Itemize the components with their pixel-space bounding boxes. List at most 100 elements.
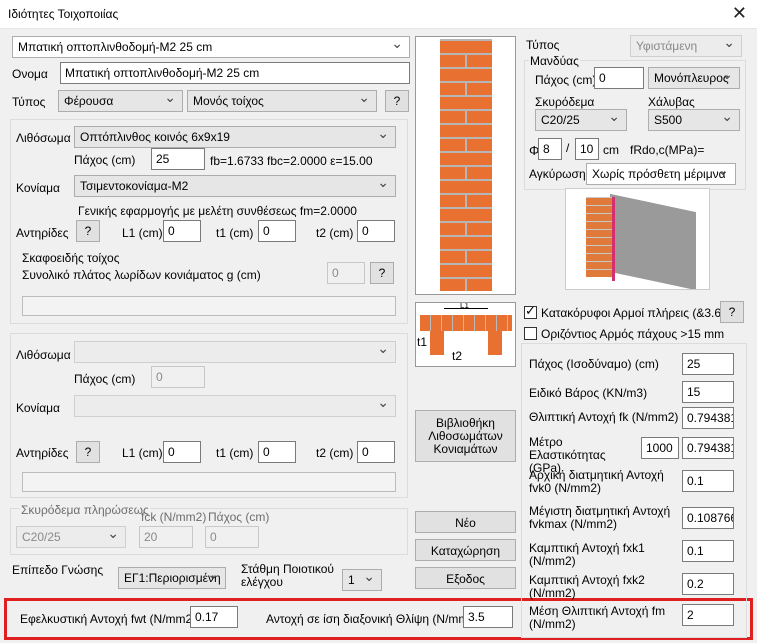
fwt-label: Εφελκυστική Αντοχή fwt (N/mm2) <box>20 612 197 626</box>
quality-select[interactable]: 1 <box>342 569 382 591</box>
exit-button[interactable]: Εξοδος <box>415 567 516 589</box>
save-button[interactable]: Καταχώρηση <box>415 539 516 561</box>
brick-joints <box>465 39 467 291</box>
horizontal-joint-checkbox[interactable] <box>524 327 537 340</box>
prop-label: Μέγιστη διατμητική Αντοχή fvkmax (N/mm2) <box>529 504 671 531</box>
diagram-pier-right <box>488 331 502 355</box>
jacket-concrete-select[interactable]: C20/25 <box>535 109 627 131</box>
layer1-buttress-help-button[interactable]: ? <box>76 220 100 242</box>
jacket-concrete-face <box>610 193 696 289</box>
layer1-t2-input[interactable]: 0 <box>357 220 395 242</box>
phi-slash: / <box>566 141 570 155</box>
layer2-thickness-label: Πάχος (cm) <box>74 372 136 386</box>
vertical-joints-checkbox[interactable] <box>524 303 537 319</box>
fill-thick-input[interactable]: 0 <box>205 526 259 548</box>
close-icon[interactable]: ✕ <box>732 3 747 23</box>
layer1-buttress-label: Αντηρίδες <box>16 226 69 240</box>
diagram-wall <box>420 315 512 331</box>
jacket-sides-select[interactable]: Μονόπλευρος <box>648 67 740 89</box>
jacket-thickness-input[interactable]: 0 <box>594 67 644 89</box>
joints-help-button[interactable]: ? <box>720 301 744 323</box>
fill-concrete-label: Σκυρόδεμα πληρώσεως <box>20 503 150 517</box>
layer2-thickness-input[interactable]: 0 <box>151 366 205 388</box>
prop-value-input[interactable]: 0.2 <box>682 573 734 595</box>
knowledge-label: Επίπεδο Γνώσης <box>12 563 104 577</box>
diag-input[interactable]: 3.5 <box>463 606 513 628</box>
layer1-fb-text: fb=1.6733 fbc=2.0000 ε=15.00 <box>210 154 373 168</box>
layer2-buttress-help-button[interactable]: ? <box>76 441 100 463</box>
diagram-pier-left <box>430 331 444 355</box>
layer1-mortar-select[interactable]: Τσιμεντοκονίαμα-M2 <box>74 175 396 197</box>
prop-value-input[interactable]: 2 <box>682 604 734 626</box>
layer2-t2-label: t2 (cm) <box>316 446 354 460</box>
title-bar: Ιδιότητες Τοιχοποιίας ✕ <box>0 0 757 29</box>
window-title: Ιδιότητες Τοιχοποιίας <box>8 7 119 21</box>
prop-value-input[interactable]: 0.108766 <box>682 507 734 529</box>
prop-label: Καμπτική Αντοχή fxk1 (N/mm2) <box>529 541 645 568</box>
layer1-mortar-note: Γενικής εφαρμογής με μελέτη συνθέσεως fm… <box>78 204 357 218</box>
layer2-mortar-label: Κονίαμα <box>16 401 60 415</box>
diag-label: Αντοχή σε ίση διαξονική Θλίψη (N/mm2) <box>266 612 480 626</box>
layer2-l1-label: L1 (cm) <box>122 446 163 460</box>
hollow-width-input[interactable]: 0 <box>327 262 365 284</box>
layer1-masonry-label: Λιθόσωμα <box>16 131 71 145</box>
layer1-l1-label: L1 (cm) <box>122 226 163 240</box>
layer1-t1-input[interactable]: 0 <box>258 220 296 242</box>
jacket-thickness-label: Πάχος (cm) <box>535 73 597 87</box>
layer1-thickness-label: Πάχος (cm) <box>74 153 136 167</box>
fill-concrete-select[interactable]: C20/25 <box>16 526 126 548</box>
layer2-buttress-label: Αντηρίδες <box>16 446 69 460</box>
jacket-illustration <box>565 188 710 290</box>
spacing-input[interactable]: 10 <box>575 138 599 160</box>
fill-fck-input[interactable]: 20 <box>139 526 193 548</box>
layer1-progress-bar <box>22 296 396 316</box>
layer2-masonry-select[interactable] <box>74 341 396 363</box>
prop-value-input[interactable]: 0.1 <box>682 470 734 492</box>
prop-value-input[interactable]: 0.1 <box>682 540 734 562</box>
preset-select[interactable]: Μπατική οπτοπλινθοδομή-M2 25 cm <box>12 36 410 58</box>
anchor-select[interactable]: Χωρίς πρόσθετη μέριμνα <box>586 163 736 185</box>
library-button[interactable]: Βιβλιοθήκη Λιθοσωμάτων Κονιαμάτων <box>415 410 516 462</box>
quality-label: Στάθμη Ποιοτικού ελέγχου <box>241 562 334 589</box>
new-button[interactable]: Νέο <box>415 511 516 533</box>
layer2-t2-input[interactable]: 0 <box>357 441 395 463</box>
fwt-input[interactable]: 0.17 <box>190 606 238 628</box>
phi-input[interactable]: 8 <box>538 138 562 160</box>
type-select[interactable]: Φέρουσα <box>58 90 183 112</box>
name-input[interactable]: Μπατική οπτοπλινθοδομή-M2 25 cm <box>60 62 410 84</box>
fill-thick-label: Πάχος (cm) <box>208 510 270 524</box>
layer1-l1-input[interactable]: 0 <box>163 220 201 242</box>
prop-value-input[interactable]: 25 <box>682 353 734 375</box>
frdo-label: fRdo,c(MPa)= <box>630 143 705 157</box>
hollow-help-button[interactable]: ? <box>370 262 394 284</box>
layer2-masonry-label: Λιθόσωμα <box>16 348 71 362</box>
prop-value-input[interactable]: 0.794381 <box>682 407 734 429</box>
jacket-type-select[interactable]: Υφιστάμενη <box>630 35 742 57</box>
layer1-t1-label: t1 (cm) <box>216 226 254 240</box>
layer2-t1-input[interactable]: 0 <box>258 441 296 463</box>
prop-label: Πάχος (Ισοδύναμο) (cm) <box>529 357 659 371</box>
layer-select[interactable]: Μονός τοίχος <box>187 90 377 112</box>
layer2-mortar-select[interactable] <box>74 395 396 417</box>
jacket-steel-select[interactable]: S500 <box>648 109 740 131</box>
prop-label: Μέση Θλιπτική Αντοχή fm (N/mm2) <box>529 604 666 631</box>
layer1-thickness-input[interactable]: 25 <box>151 148 205 170</box>
layer1-group <box>10 119 408 324</box>
elastic-extra-input[interactable]: 1000 <box>641 437 679 459</box>
layer1-t2-label: t2 (cm) <box>316 226 354 240</box>
prop-value-input[interactable]: 15 <box>682 381 734 403</box>
type-label: Τύπος <box>12 95 46 109</box>
prop-value-input[interactable]: 0.794381 <box>682 437 734 459</box>
diagram-l1: L1 <box>460 302 469 310</box>
prop-label: Ειδικό Βάρος (KN/m3) <box>529 386 648 400</box>
horizontal-joint-label: Οριζόντιος Αρμός πάχους >15 mm <box>541 327 725 341</box>
layer1-mortar-label: Κονίαμα <box>16 181 60 195</box>
jacket-brick-face <box>586 197 612 277</box>
help-button-top[interactable]: ? <box>385 90 409 112</box>
knowledge-select[interactable]: ΕΓ1:Περιορισμένη <box>118 567 226 589</box>
layer1-masonry-select[interactable]: Οπτόπλινθος κοινός 6x9x19 <box>74 126 396 148</box>
layer2-l1-input[interactable]: 0 <box>163 441 201 463</box>
spacing-unit-label: cm <box>603 143 619 157</box>
anchor-label: Αγκύρωση <box>529 167 586 181</box>
prop-label: Αρχική διατμητική Αντοχή fvk0 (N/mm2) <box>529 468 664 495</box>
